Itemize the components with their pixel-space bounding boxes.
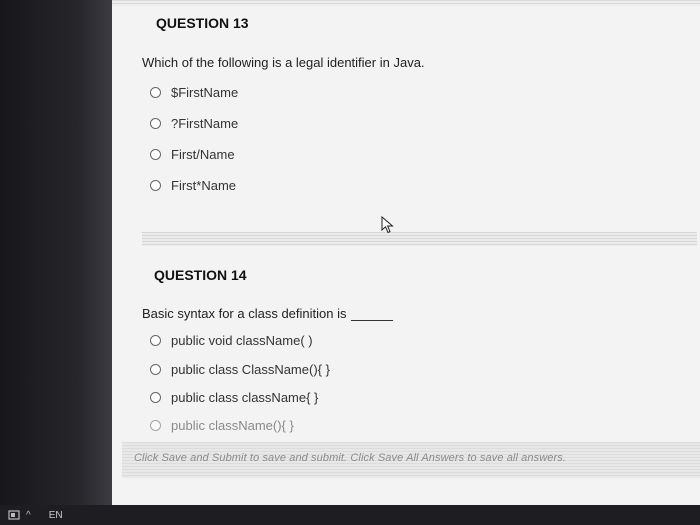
q14-option-2[interactable]: public class ClassName(){ } bbox=[150, 362, 330, 377]
q14-option-3-label: public class className{ } bbox=[171, 390, 319, 405]
taskbar: ^ EN bbox=[0, 505, 700, 525]
top-separator bbox=[112, 0, 700, 6]
q13-option-2-label: ?FirstName bbox=[171, 116, 239, 131]
radio-button[interactable] bbox=[150, 180, 161, 191]
taskbar-device-icon[interactable] bbox=[8, 510, 20, 520]
left-dark-border bbox=[0, 0, 112, 505]
radio-button[interactable] bbox=[150, 87, 161, 98]
q13-option-3-label: First/Name bbox=[171, 147, 235, 162]
q13-option-4-label: First*Name bbox=[171, 178, 237, 193]
q13-option-2[interactable]: ?FirstName bbox=[150, 116, 238, 131]
q13-option-4[interactable]: First*Name bbox=[150, 178, 236, 193]
radio-button[interactable] bbox=[150, 364, 161, 375]
q14-option-1-label: public void className( ) bbox=[171, 333, 313, 348]
q13-option-1[interactable]: $FirstName bbox=[150, 85, 238, 100]
radio-button[interactable] bbox=[150, 149, 161, 160]
q14-option-1[interactable]: public void className( ) bbox=[150, 333, 313, 348]
q14-option-3[interactable]: public class className{ } bbox=[150, 390, 318, 405]
taskbar-caret-icon[interactable]: ^ bbox=[26, 510, 31, 521]
question-14-text: Basic syntax for a class definition is bbox=[142, 306, 394, 321]
q13-option-3[interactable]: First/Name bbox=[150, 147, 235, 162]
q14-option-4-label: public className(){ } bbox=[171, 418, 294, 433]
question-separator bbox=[142, 232, 697, 246]
question-14-text-label: Basic syntax for a class definition is bbox=[142, 306, 347, 321]
question-13-title: QUESTION 13 bbox=[156, 15, 249, 31]
radio-button[interactable] bbox=[150, 335, 161, 346]
q14-option-4[interactable]: public className(){ } bbox=[150, 418, 294, 433]
radio-button[interactable] bbox=[150, 392, 161, 403]
language-indicator[interactable]: EN bbox=[49, 510, 63, 521]
submit-instructions-text: Click Save and Submit to save and submit… bbox=[134, 452, 566, 464]
question-14-title: QUESTION 14 bbox=[154, 267, 247, 283]
quiz-page: QUESTION 13 Which of the following is a … bbox=[112, 0, 700, 505]
question-13-text: Which of the following is a legal identi… bbox=[142, 55, 425, 70]
answer-blank bbox=[351, 320, 394, 321]
q13-option-1-label: $FirstName bbox=[171, 85, 239, 100]
radio-button[interactable] bbox=[150, 420, 161, 431]
radio-button[interactable] bbox=[150, 118, 161, 129]
submit-instructions-box: Click Save and Submit to save and submit… bbox=[122, 442, 700, 478]
mouse-pointer-icon bbox=[381, 216, 394, 234]
q14-option-2-label: public class ClassName(){ } bbox=[171, 362, 330, 377]
